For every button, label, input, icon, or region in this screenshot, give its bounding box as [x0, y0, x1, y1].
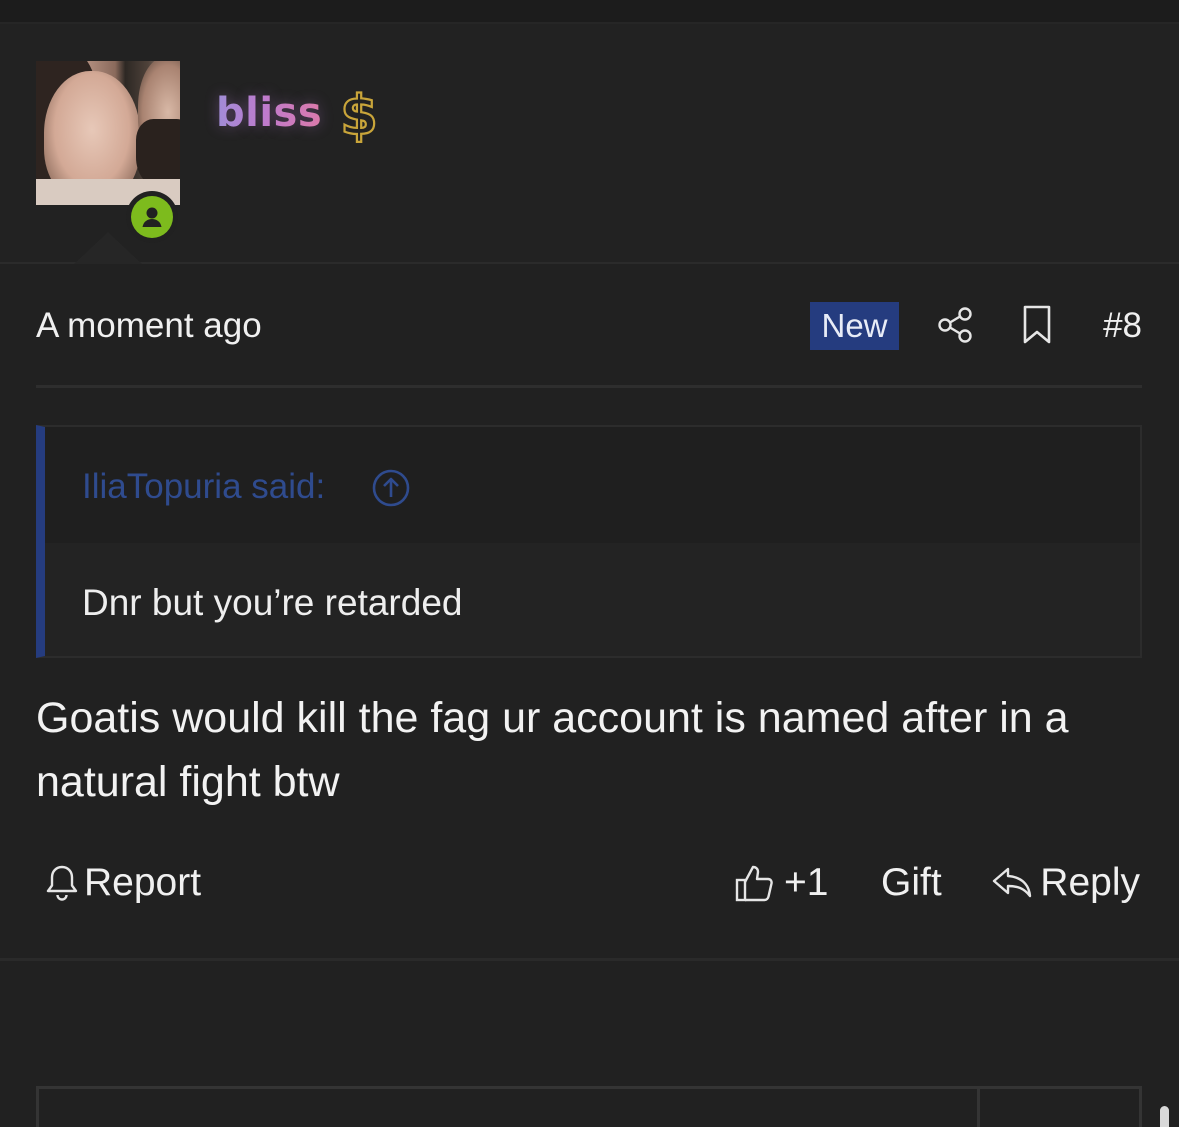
post-actions: Report +1 Gift Reply: [36, 855, 1142, 915]
forum-post-page: bliss $ A moment ago New #8 IliaTopuria …: [0, 0, 1179, 1127]
bell-icon: [46, 865, 78, 901]
gift-button[interactable]: Gift: [881, 861, 942, 905]
thumbs-up-icon: [735, 865, 773, 902]
avatar[interactable]: [36, 61, 180, 205]
username[interactable]: bliss: [216, 90, 322, 136]
reply-button[interactable]: Reply: [990, 861, 1140, 905]
quote-block: IliaTopuria said: Dnr but you’re retarde…: [36, 425, 1142, 658]
quote-author[interactable]: IliaTopuria said:: [82, 467, 325, 507]
post-bottom-divider: [0, 958, 1179, 961]
like-button[interactable]: +1: [734, 861, 828, 905]
new-badge: New: [810, 302, 899, 350]
post-number-link[interactable]: #8: [1103, 306, 1142, 346]
post-body: Goatis would kill the fag ur account is …: [36, 694, 1069, 806]
quote-text: Dnr but you’re retarded: [82, 582, 463, 623]
scrollbar[interactable]: [1160, 1106, 1169, 1127]
header-pointer: [74, 232, 142, 264]
post-author-header: bliss $: [0, 24, 1179, 264]
share-icon[interactable]: [937, 306, 975, 344]
top-divider: [0, 0, 1179, 24]
quote-header: IliaTopuria said:: [45, 427, 1140, 543]
dollar-sign-icon: $: [339, 84, 379, 144]
report-button[interactable]: Report: [44, 861, 201, 905]
post-timestamp[interactable]: A moment ago: [36, 306, 262, 346]
report-label: Report: [84, 861, 202, 904]
bookmark-icon[interactable]: [1022, 305, 1052, 345]
reply-label: Reply: [1040, 861, 1140, 904]
editor-separator: [977, 1089, 980, 1127]
post-meta: A moment ago New #8: [36, 290, 1142, 362]
meta-divider: [36, 385, 1142, 388]
svg-text:$: $: [340, 84, 378, 144]
arrow-up-circle-icon[interactable]: [371, 468, 411, 508]
reply-icon: [993, 867, 1032, 898]
reply-editor[interactable]: [36, 1086, 1142, 1127]
like-count: +1: [784, 861, 829, 904]
